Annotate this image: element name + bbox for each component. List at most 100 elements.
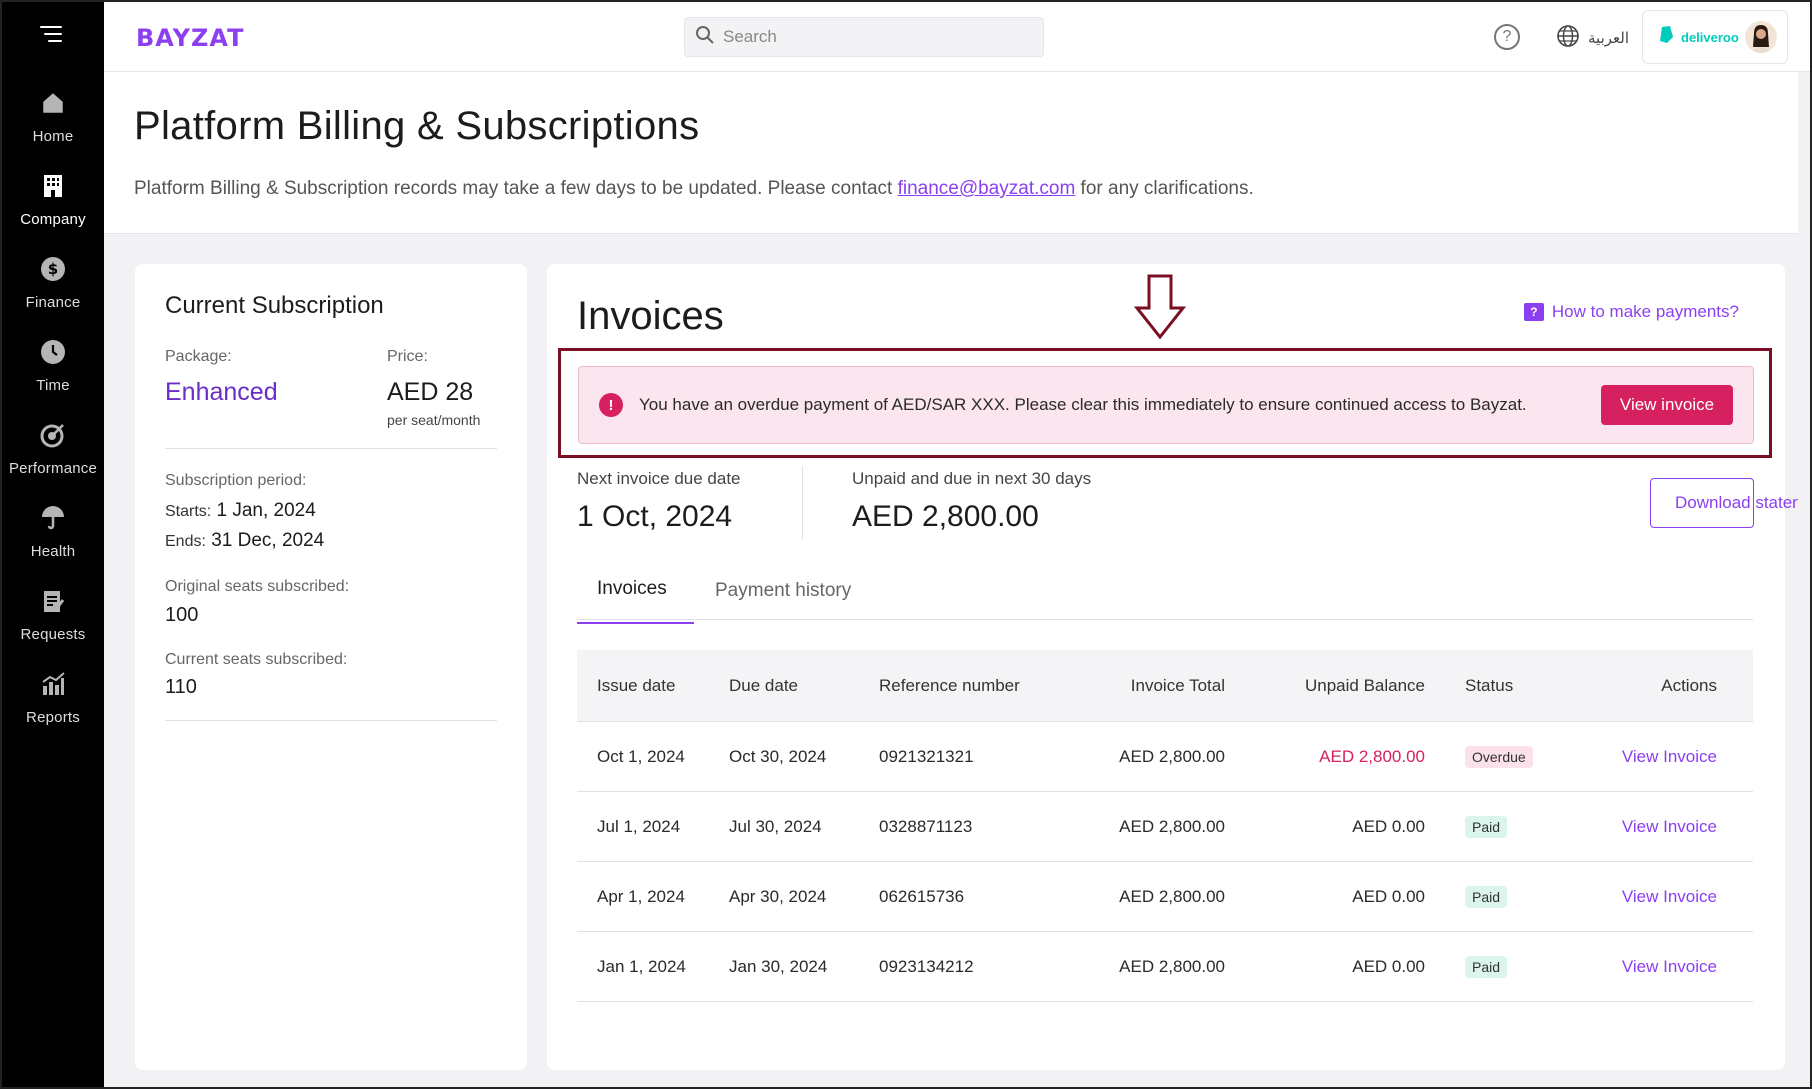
home-icon: [38, 88, 68, 118]
sidebar-item-performance[interactable]: Performance: [2, 416, 104, 499]
cell-reference: 0923134212: [879, 956, 974, 976]
how-to-pay-label: How to make payments?: [1551, 302, 1739, 321]
dollar-icon: $: [38, 254, 68, 284]
col-status[interactable]: Status: [1425, 676, 1565, 696]
price-label: Price:: [387, 348, 428, 365]
divider: [165, 720, 497, 721]
cell-actions: View Invoice: [1565, 957, 1753, 977]
cell-due-date: Jan 30, 2024: [729, 956, 828, 976]
sidebar-item-company[interactable]: Company: [2, 167, 104, 250]
unpaid-value: AED 2,800.00: [852, 500, 1039, 533]
original-seats-value: 100: [165, 604, 199, 626]
cell-due-date: Oct 30, 2024: [729, 746, 827, 766]
tab-payment-history[interactable]: Payment history: [715, 580, 851, 602]
sidebar-item-time[interactable]: Time: [2, 333, 104, 416]
svg-text:$: $: [48, 260, 58, 278]
language-switcher[interactable]: العربية: [1556, 24, 1629, 52]
invoices-title: Invoices: [577, 294, 724, 338]
cell-issue-date: Oct 1, 2024: [597, 746, 685, 766]
search-box[interactable]: [684, 17, 1044, 57]
price-unit: per seat/month: [387, 412, 481, 428]
app-frame: Home Company $ Finance Time Performance …: [0, 0, 1812, 1089]
cell-issue-date: Jul 1, 2024: [597, 816, 681, 836]
subscription-start: Starts: 1 Jan, 2024: [165, 500, 316, 521]
package-value: Enhanced: [165, 378, 278, 406]
sidebar-item-label: Home: [32, 128, 74, 145]
down-arrow-annotation-icon: [1134, 274, 1186, 340]
sidebar-item-label: Time: [36, 377, 70, 394]
subscription-period-label: Subscription period:: [165, 472, 307, 489]
view-invoice-link[interactable]: View Invoice: [1622, 817, 1717, 836]
sidebar-item-home[interactable]: Home: [2, 84, 104, 167]
table-row: Oct 1, 2024 Oct 30, 2024 0921321321 AED …: [577, 722, 1753, 792]
cell-invoice-total: AED 2,800.00: [1119, 886, 1225, 906]
view-invoice-link[interactable]: View Invoice: [1622, 747, 1717, 766]
cell-status: Overdue: [1425, 745, 1565, 768]
clipboard-icon: [38, 586, 68, 616]
current-subscription-card: Current Subscription Package: Enhanced P…: [135, 264, 527, 1070]
globe-icon: [1556, 24, 1580, 52]
cell-issue-date: Apr 1, 2024: [597, 886, 685, 906]
subscription-title: Current Subscription: [165, 292, 384, 319]
company-name: deliveroo: [1681, 29, 1739, 45]
topbar: BAYZAT ? العربية deliveroo: [104, 2, 1810, 72]
cell-reference: 0921321321: [879, 746, 974, 766]
cell-invoice-total: AED 2,800.00: [1119, 816, 1225, 836]
page-title: Platform Billing & Subscriptions: [134, 104, 700, 148]
cell-invoice-total: AED 2,800.00: [1119, 956, 1225, 976]
chart-icon: [38, 669, 68, 699]
sidebar-item-label: Performance: [8, 460, 98, 477]
sidebar: Home Company $ Finance Time Performance …: [2, 2, 104, 1087]
hamburger-menu-icon[interactable]: [40, 24, 66, 44]
col-issue-date[interactable]: Issue date: [577, 676, 729, 696]
how-to-pay-link[interactable]: ? How to make payments?: [1523, 302, 1739, 322]
question-icon: ?: [1523, 303, 1544, 321]
col-invoice-total[interactable]: Invoice Total: [1059, 676, 1225, 696]
page-header: Platform Billing & Subscriptions Platfor…: [104, 72, 1798, 234]
col-unpaid-balance[interactable]: Unpaid Balance: [1225, 676, 1425, 696]
cell-due-date: Jul 30, 2024: [729, 816, 822, 836]
next-due-label: Next invoice due date: [577, 469, 741, 488]
finance-email-link[interactable]: finance@bayzat.com: [898, 178, 1076, 199]
help-icon[interactable]: ?: [1494, 24, 1520, 50]
cell-unpaid-balance: AED 0.00: [1352, 886, 1425, 906]
col-actions: Actions: [1661, 675, 1717, 695]
subscription-end: Ends: 31 Dec, 2024: [165, 530, 325, 551]
cell-status: Paid: [1425, 815, 1565, 838]
sidebar-nav: Home Company $ Finance Time Performance …: [2, 84, 104, 748]
view-invoice-link[interactable]: View Invoice: [1622, 957, 1717, 976]
sidebar-item-health[interactable]: Health: [2, 499, 104, 582]
overdue-alert: ! You have an overdue payment of AED/SAR…: [578, 366, 1754, 444]
company-switcher[interactable]: deliveroo: [1642, 10, 1788, 64]
col-reference[interactable]: Reference number: [879, 676, 1059, 696]
col-due-date[interactable]: Due date: [729, 676, 879, 696]
view-invoice-link[interactable]: View Invoice: [1622, 887, 1717, 906]
current-seats-label: Current seats subscribed:: [165, 651, 348, 668]
cell-actions: View Invoice: [1565, 887, 1753, 907]
sidebar-item-requests[interactable]: Requests: [2, 582, 104, 665]
tab-invoices[interactable]: Invoices: [577, 578, 694, 624]
avatar[interactable]: [1745, 21, 1777, 53]
divider: [165, 448, 497, 449]
sidebar-item-reports[interactable]: Reports: [2, 665, 104, 748]
cell-status: Paid: [1425, 955, 1565, 978]
sidebar-item-label: Finance: [25, 294, 81, 311]
status-badge: Paid: [1465, 885, 1508, 908]
table-header: Issue date Due date Reference number Inv…: [577, 650, 1753, 722]
sidebar-item-label: Requests: [20, 626, 86, 643]
cell-due-date: Apr 30, 2024: [729, 886, 827, 906]
bayzat-logo[interactable]: BAYZAT: [136, 24, 244, 52]
next-due-value: 1 Oct, 2024: [577, 500, 733, 533]
search-input[interactable]: [723, 27, 1023, 47]
status-badge: Overdue: [1465, 745, 1533, 768]
page-edge: [1798, 462, 1810, 542]
view-invoice-button[interactable]: View invoice: [1601, 385, 1733, 425]
clock-icon: [38, 337, 68, 367]
sidebar-item-finance[interactable]: $ Finance: [2, 250, 104, 333]
umbrella-icon: [38, 503, 68, 533]
cell-actions: View Invoice: [1565, 817, 1753, 837]
cell-invoice-total: AED 2,800.00: [1119, 746, 1225, 766]
language-label: العربية: [1588, 29, 1629, 47]
price-value: AED 28: [387, 378, 474, 406]
download-statement-button[interactable]: Download statement: [1650, 478, 1810, 528]
